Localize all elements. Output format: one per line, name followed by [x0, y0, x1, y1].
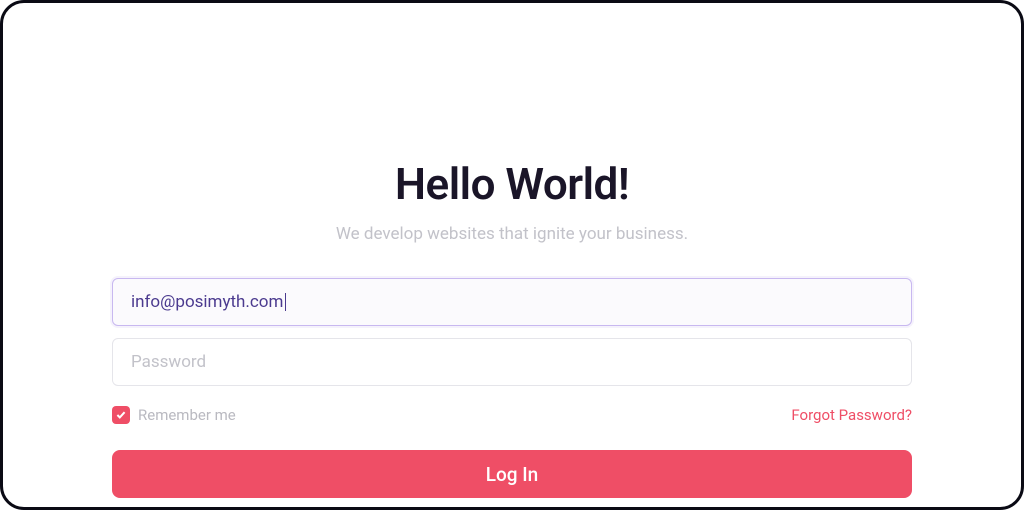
forgot-password-link[interactable]: Forgot Password? [791, 406, 912, 424]
login-button[interactable]: Log In [112, 450, 912, 498]
login-container: Hello World! We develop websites that ig… [112, 158, 912, 498]
page-subtitle: We develop websites that ignite your bus… [336, 224, 688, 244]
check-icon [116, 411, 126, 419]
text-caret-icon [285, 293, 286, 311]
email-input[interactable]: info@posimyth.com [112, 278, 912, 326]
email-value: info@posimyth.com [131, 292, 283, 312]
form-meta-row: Remember me Forgot Password? [112, 406, 912, 424]
login-window: Hello World! We develop websites that ig… [0, 0, 1024, 510]
remember-label: Remember me [138, 406, 236, 424]
password-input[interactable] [112, 338, 912, 386]
page-title: Hello World! [395, 158, 629, 210]
remember-me-wrap: Remember me [112, 406, 236, 424]
remember-checkbox[interactable] [112, 406, 130, 424]
